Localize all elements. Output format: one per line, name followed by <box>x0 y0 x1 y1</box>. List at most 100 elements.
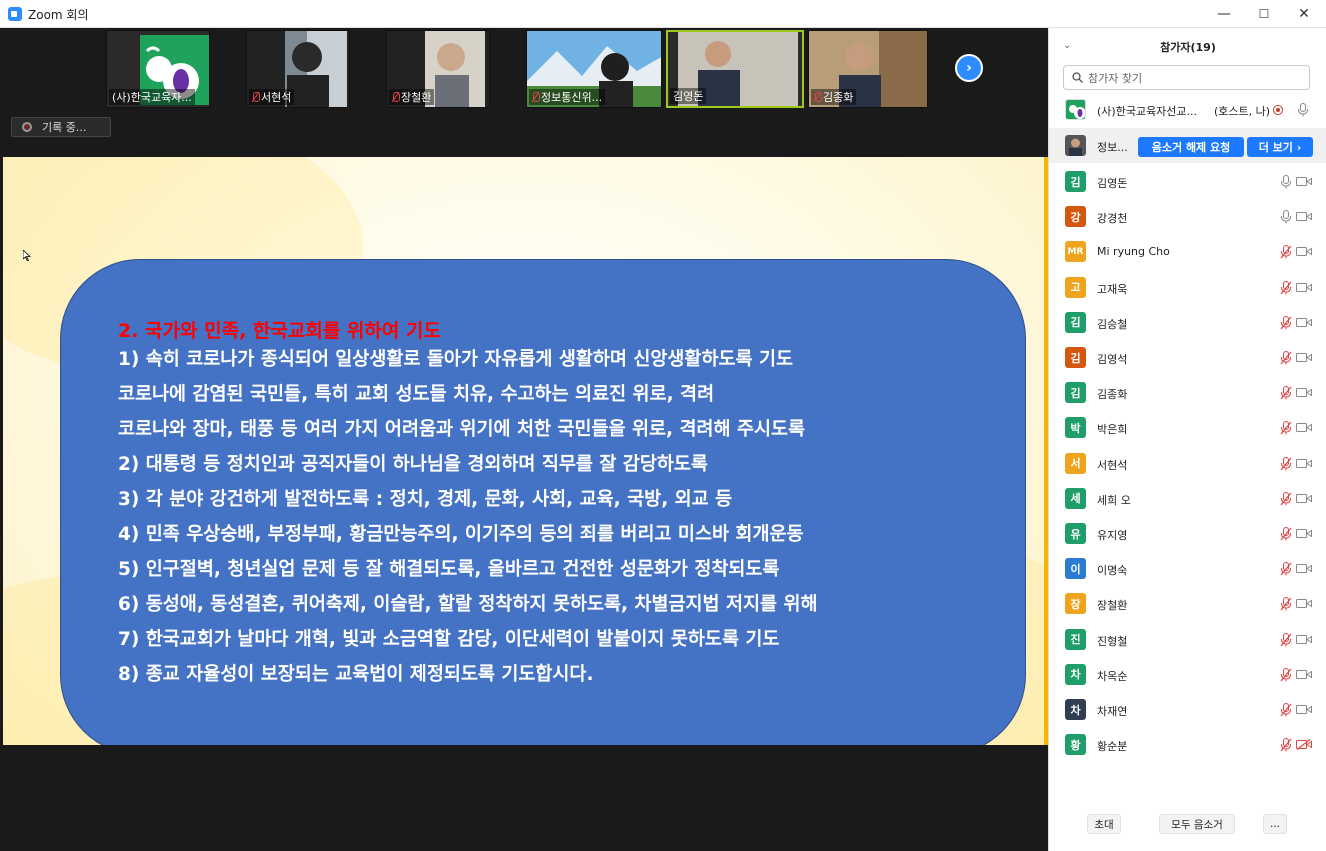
slide-line: 7) 한국교회가 날마다 개혁, 빛과 소금역할 감당, 이단세력이 발붙이지 … <box>118 629 780 650</box>
muted-microphone-icon[interactable] <box>1280 527 1292 541</box>
participant-row[interactable]: 김 김영돈 <box>1049 164 1326 199</box>
participant-name: 차옥순 <box>1097 669 1128 683</box>
participant-row[interactable]: 서 서현석 <box>1049 446 1326 481</box>
thumbnail-name: (사)한국교육자... <box>109 89 195 105</box>
participant-row[interactable]: 김 김영석 <box>1049 340 1326 375</box>
muted-microphone-icon[interactable] <box>1280 280 1292 295</box>
participants-panel: ⌄ 참가자(19) (사)한국교육자선교... (호스트, 나) <box>1048 28 1326 851</box>
participant-name: 서현석 <box>1097 458 1128 472</box>
muted-microphone-icon[interactable] <box>1280 245 1292 259</box>
participant-row[interactable]: 강 강경천 <box>1049 199 1326 234</box>
video-camera-icon[interactable] <box>1296 211 1312 222</box>
participant-row[interactable]: MR Mi ryung Cho <box>1049 234 1326 269</box>
recording-indicator[interactable]: 기록 중... <box>11 117 111 137</box>
muted-microphone-icon[interactable] <box>1280 456 1292 471</box>
video-camera-icon[interactable] <box>1296 246 1312 257</box>
muted-microphone-icon[interactable] <box>1280 562 1292 576</box>
video-thumbnail[interactable]: 장철환 <box>386 30 490 108</box>
video-camera-icon[interactable] <box>1296 493 1312 504</box>
recording-dot-icon <box>22 122 32 132</box>
video-camera-icon[interactable] <box>1296 387 1312 398</box>
avatar: 차 <box>1065 699 1086 720</box>
participant-row-selected[interactable]: 정보... 음소거 해제 요청 더 보기 › <box>1049 128 1326 163</box>
participant-search[interactable] <box>1063 65 1310 90</box>
video-camera-icon[interactable] <box>1296 563 1312 574</box>
participant-name: 김영돈 <box>1097 177 1128 190</box>
video-camera-icon[interactable] <box>1296 528 1312 539</box>
muted-microphone-icon[interactable] <box>1280 491 1292 506</box>
video-camera-icon[interactable] <box>1296 458 1312 469</box>
participant-name: 강경천 <box>1097 212 1128 226</box>
avatar: 김 <box>1065 171 1086 192</box>
muted-microphone-icon[interactable] <box>1280 632 1292 647</box>
muted-microphone-icon[interactable] <box>1280 315 1292 330</box>
close-button[interactable]: ✕ <box>1284 0 1324 28</box>
participant-row[interactable]: 박 박은희 <box>1049 410 1326 445</box>
organization-avatar-icon <box>1065 99 1086 120</box>
video-thumbnail[interactable]: 서현석 <box>246 30 350 108</box>
slide-heading: 2. 국가와 민족, 한국교회를 위하여 기도 <box>118 320 441 342</box>
muted-microphone-icon[interactable] <box>1280 386 1292 400</box>
video-camera-icon[interactable] <box>1296 352 1312 363</box>
video-camera-icon[interactable] <box>1296 704 1312 715</box>
video-camera-off-icon[interactable] <box>1296 739 1312 751</box>
thumbnail-name-text: 정보통신위... <box>541 91 603 104</box>
video-camera-icon[interactable] <box>1296 176 1312 187</box>
invite-button[interactable]: 초대 <box>1087 814 1121 834</box>
video-thumbnail-active-speaker[interactable]: 김영돈 <box>666 30 804 108</box>
muted-microphone-icon[interactable] <box>1280 738 1292 752</box>
participant-row[interactable]: 김 김승철 <box>1049 305 1326 340</box>
avatar: 박 <box>1065 417 1086 439</box>
request-unmute-button[interactable]: 음소거 해제 요청 <box>1138 137 1244 157</box>
mute-all-button[interactable]: 모두 음소거 <box>1159 814 1235 834</box>
participant-row[interactable]: 고 고재욱 <box>1049 270 1326 305</box>
slide-line: 5) 인구절벽, 청년실업 문제 등 잘 해결되도록, 올바르고 건전한 성문화… <box>118 559 780 580</box>
more-options-button[interactable]: ... <box>1263 814 1287 834</box>
video-camera-icon[interactable] <box>1296 598 1312 609</box>
muted-microphone-icon[interactable] <box>1280 351 1292 365</box>
video-camera-icon[interactable] <box>1296 282 1312 293</box>
more-button[interactable]: 더 보기 › <box>1247 137 1313 157</box>
slide-line: 1) 속히 코로나가 종식되어 일상생활로 돌아가 자유롭게 생활하며 신앙생활… <box>118 349 793 370</box>
microphone-icon[interactable] <box>1280 210 1292 224</box>
participant-row[interactable]: 이 이명숙 <box>1049 551 1326 586</box>
search-icon <box>1072 72 1083 83</box>
participants-header: ⌄ 참가자(19) <box>1049 28 1326 62</box>
search-input[interactable] <box>1088 69 1298 87</box>
thumbnail-name: 김영돈 <box>670 88 707 104</box>
thumbnail-name: 김종화 <box>811 89 857 105</box>
participant-row[interactable]: 김 김종화 <box>1049 375 1326 410</box>
microphone-icon[interactable] <box>1297 103 1309 117</box>
participant-row[interactable]: 차 차옥순 <box>1049 657 1326 692</box>
avatar: 유 <box>1065 523 1086 544</box>
avatar: 세 <box>1065 487 1086 509</box>
muted-mic-icon <box>814 92 822 102</box>
maximize-button[interactable]: ☐ <box>1244 0 1284 28</box>
participant-row[interactable]: 진 진형철 <box>1049 622 1326 657</box>
participant-name: 세희 오 <box>1097 493 1131 507</box>
video-thumbnail[interactable]: 정보통신위... <box>526 30 662 108</box>
muted-mic-icon <box>392 92 400 102</box>
participant-row[interactable]: 세 세희 오 <box>1049 481 1326 516</box>
video-camera-icon[interactable] <box>1296 422 1312 433</box>
next-page-button[interactable]: › <box>955 54 983 82</box>
participant-row[interactable]: 유 유지영 <box>1049 516 1326 551</box>
muted-microphone-icon[interactable] <box>1280 421 1292 435</box>
participant-row[interactable]: 차 차재연 <box>1049 692 1326 727</box>
muted-microphone-icon[interactable] <box>1280 667 1292 682</box>
muted-microphone-icon[interactable] <box>1280 597 1292 611</box>
video-thumbnail[interactable]: 김종화 <box>808 30 928 108</box>
participant-row[interactable]: 황 황순분 <box>1049 727 1326 762</box>
video-camera-icon[interactable] <box>1296 317 1312 328</box>
microphone-icon[interactable] <box>1280 175 1292 189</box>
avatar: 차 <box>1065 663 1086 685</box>
participant-row[interactable]: 장 장철환 <box>1049 586 1326 621</box>
participant-name: 김종화 <box>1097 388 1128 402</box>
video-camera-icon[interactable] <box>1296 669 1312 680</box>
video-thumbnail[interactable]: (사)한국교육자... <box>106 30 210 108</box>
participant-row-host[interactable]: (사)한국교육자선교... (호스트, 나) <box>1049 92 1326 127</box>
video-camera-icon[interactable] <box>1296 634 1312 645</box>
minimize-button[interactable]: — <box>1204 0 1244 28</box>
muted-microphone-icon[interactable] <box>1280 703 1292 717</box>
participant-name: (사)한국교육자선교... <box>1097 105 1198 118</box>
